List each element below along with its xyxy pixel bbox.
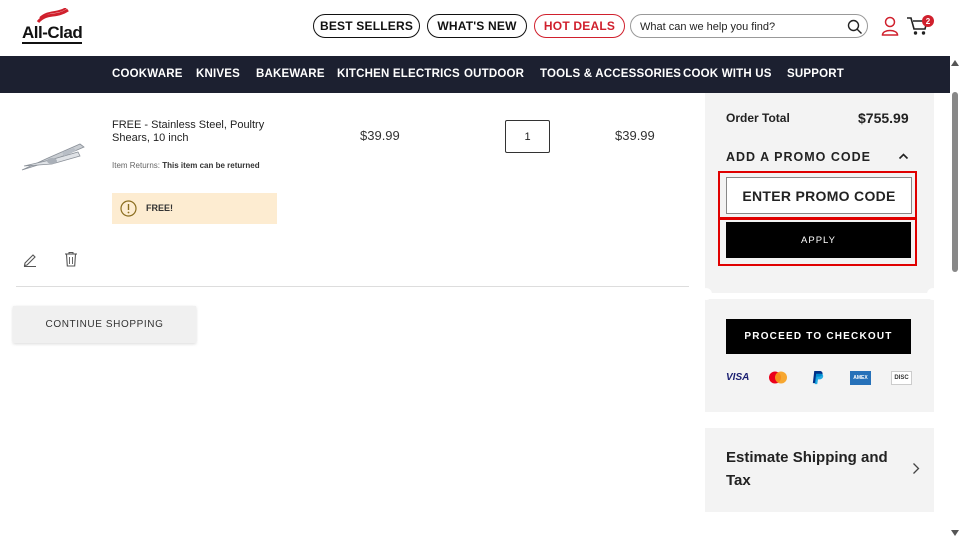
logo-mark-icon: [36, 8, 69, 24]
mastercard-icon: [769, 371, 787, 384]
amex-icon: AMEX: [850, 371, 871, 385]
nav-item-outdoor[interactable]: OUTDOOR: [464, 68, 524, 80]
nav-item-tools-accessories[interactable]: TOOLS & ACCESSORIES: [540, 68, 681, 80]
scroll-down-arrow-icon[interactable]: [951, 530, 959, 536]
info-icon: [120, 200, 137, 217]
all-clad-logo[interactable]: All-Clad: [22, 8, 84, 46]
account-icon[interactable]: [881, 16, 899, 36]
paypal-icon: [812, 370, 824, 385]
nav-item-support[interactable]: SUPPORT: [787, 68, 844, 80]
site-header: All-Clad BEST SELLERS WHAT'S NEW HOT DEA…: [0, 0, 960, 56]
best-sellers-button[interactable]: BEST SELLERS: [313, 14, 420, 38]
trash-icon[interactable]: [64, 251, 78, 267]
nav-item-knives[interactable]: KNIVES: [196, 68, 240, 80]
free-label: FREE!: [146, 203, 173, 213]
apply-button[interactable]: APPLY: [726, 222, 911, 258]
nav-item-cookware[interactable]: COOKWARE: [112, 68, 183, 80]
returns-value: This item can be returned: [162, 161, 260, 170]
logo-underline: [22, 42, 82, 44]
scroll-up-arrow-icon[interactable]: [951, 60, 959, 66]
unit-price: $39.99: [360, 128, 400, 143]
whats-new-button[interactable]: WHAT'S NEW: [427, 14, 527, 38]
scrollbar-thumb[interactable]: [952, 92, 958, 272]
nav-item-bakeware[interactable]: BAKEWARE: [256, 68, 325, 80]
chevron-up-icon[interactable]: [898, 152, 909, 160]
edit-icon[interactable]: [22, 251, 38, 267]
order-total-label: Order Total: [726, 111, 790, 125]
returns-label: Item Returns:: [112, 161, 161, 170]
line-total-price: $39.99: [615, 128, 655, 143]
search-icon[interactable]: [847, 19, 863, 35]
item-returns: Item Returns: This item can be returned: [112, 161, 260, 170]
discover-icon: DISC: [891, 371, 912, 385]
proceed-to-checkout-button[interactable]: PROCEED TO CHECKOUT: [726, 319, 911, 354]
free-item-notice: FREE!: [112, 193, 277, 224]
panel-notch-left: [700, 288, 712, 300]
checkout-panel: [705, 299, 934, 412]
promo-code-input[interactable]: ENTER PROMO CODE: [726, 177, 912, 214]
chevron-right-icon[interactable]: [912, 462, 920, 475]
logo-text: All-Clad: [22, 23, 83, 42]
visa-icon: VISA: [726, 372, 750, 383]
product-image[interactable]: [18, 138, 88, 176]
cart-page: All-Clad BEST SELLERS WHAT'S NEW HOT DEA…: [0, 0, 960, 540]
item-divider: [16, 286, 689, 287]
nav-item-kitchen-electrics[interactable]: KITCHEN ELECTRICS: [337, 68, 460, 80]
promo-code-heading[interactable]: ADD A PROMO CODE: [726, 150, 871, 164]
quantity-input[interactable]: 1: [505, 120, 550, 153]
nav-item-cook-with-us[interactable]: COOK WITH US: [683, 68, 772, 80]
cart-count-badge: 2: [922, 15, 934, 27]
search-placeholder: What can we help you find?: [640, 21, 776, 33]
estimate-shipping-label[interactable]: Estimate Shipping and Tax: [726, 446, 901, 492]
order-total-value: $755.99: [858, 110, 909, 126]
product-name[interactable]: FREE - Stainless Steel, Poultry Shears, …: [112, 119, 282, 145]
hot-deals-button[interactable]: HOT DEALS: [534, 14, 625, 38]
main-nav: COOKWARE KNIVES BAKEWARE KITCHEN ELECTRI…: [0, 56, 960, 93]
panel-notch-right: [927, 288, 939, 300]
search-input[interactable]: What can we help you find?: [630, 14, 868, 38]
continue-shopping-button[interactable]: CONTINUE SHOPPING: [13, 306, 196, 343]
